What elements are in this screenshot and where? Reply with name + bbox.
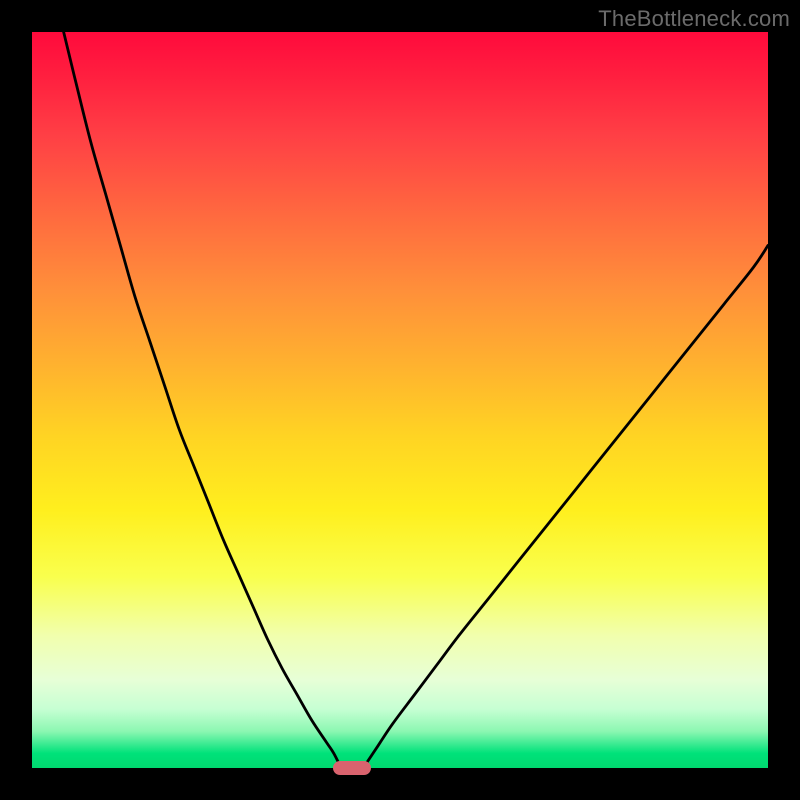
- curve-right-branch: [363, 245, 768, 768]
- curve-left-branch: [64, 32, 341, 768]
- bottleneck-marker: [333, 761, 371, 775]
- watermark-text: TheBottleneck.com: [598, 6, 790, 32]
- chart-curves: [32, 32, 768, 768]
